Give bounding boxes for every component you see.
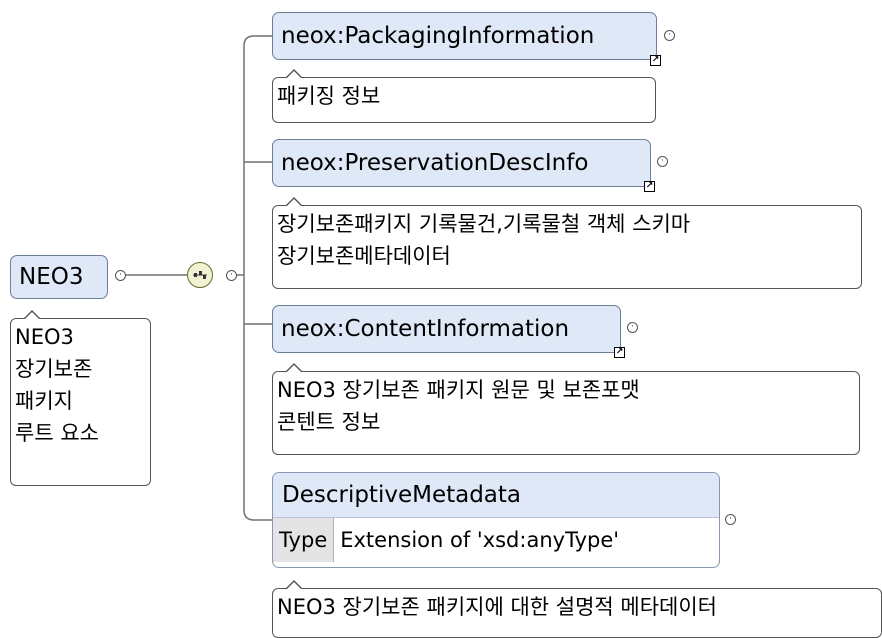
doc-line: NEO3 장기보존 패키지에 대한 설명적 메타데이터 (277, 595, 718, 619)
reference-arrow-icon: ↗ (650, 55, 661, 66)
element-content-information[interactable]: neox:ContentInformation (272, 305, 621, 353)
expand-plus-icon[interactable]: · (664, 30, 675, 41)
root-documentation: NEO3 장기보존 패키지 루트 요소 (10, 310, 151, 486)
element-descriptive-metadata[interactable]: DescriptiveMetadata Type Extension of 'x… (272, 472, 720, 568)
element-preservation-desc-info[interactable]: neox:PreservationDescInfo (272, 139, 651, 187)
sequence-compositor-icon[interactable] (187, 262, 213, 288)
expand-plus-icon[interactable]: · (115, 270, 126, 281)
expand-plus-icon[interactable]: · (627, 322, 638, 333)
type-value: Extension of 'xsd:anyType' (340, 528, 620, 552)
expand-plus-icon[interactable]: · (725, 514, 736, 525)
doc-line: 패키징 정보 (277, 84, 381, 108)
doc-line: 루트 요소 (15, 421, 99, 445)
root-element-name: NEO3 (19, 263, 84, 290)
doc-line: 콘텐트 정보 (277, 410, 381, 434)
type-row: Type Extension of 'xsd:anyType' (273, 518, 719, 562)
reference-arrow-icon: ↗ (614, 347, 625, 358)
element-header: DescriptiveMetadata (273, 473, 719, 518)
preservation-desc-info-documentation: 장기보존패키지 기록물건,기록물철 객체 스키마 장기보존메타데이터 (272, 197, 862, 289)
doc-line: NEO3 장기보존 패키지 원문 및 보존포맷 (277, 378, 640, 402)
doc-line: 장기보존메타데이터 (277, 244, 451, 268)
expand-plus-icon[interactable]: · (226, 270, 237, 281)
reference-arrow-icon: ↗ (644, 181, 655, 192)
element-name: neox:ContentInformation (281, 315, 570, 342)
doc-line: 장기보존 (15, 357, 93, 381)
doc-line: 장기보존패키지 기록물건,기록물철 객체 스키마 (277, 212, 691, 236)
content-information-documentation: NEO3 장기보존 패키지 원문 및 보존포맷 콘텐트 정보 (272, 363, 860, 455)
element-name: neox:PackagingInformation (281, 22, 595, 49)
element-name: neox:PreservationDescInfo (281, 149, 589, 176)
doc-line: 패키지 (15, 389, 73, 413)
doc-line: NEO3 (15, 325, 74, 349)
expand-plus-icon[interactable]: · (657, 156, 668, 167)
root-element-neo3[interactable]: NEO3 (10, 255, 108, 299)
packaging-information-documentation: 패키징 정보 (272, 69, 656, 123)
type-label: Type (273, 518, 335, 562)
element-name: DescriptiveMetadata (282, 482, 522, 508)
descriptive-metadata-documentation: NEO3 장기보존 패키지에 대한 설명적 메타데이터 (272, 580, 882, 638)
element-packaging-information[interactable]: neox:PackagingInformation (272, 12, 657, 60)
